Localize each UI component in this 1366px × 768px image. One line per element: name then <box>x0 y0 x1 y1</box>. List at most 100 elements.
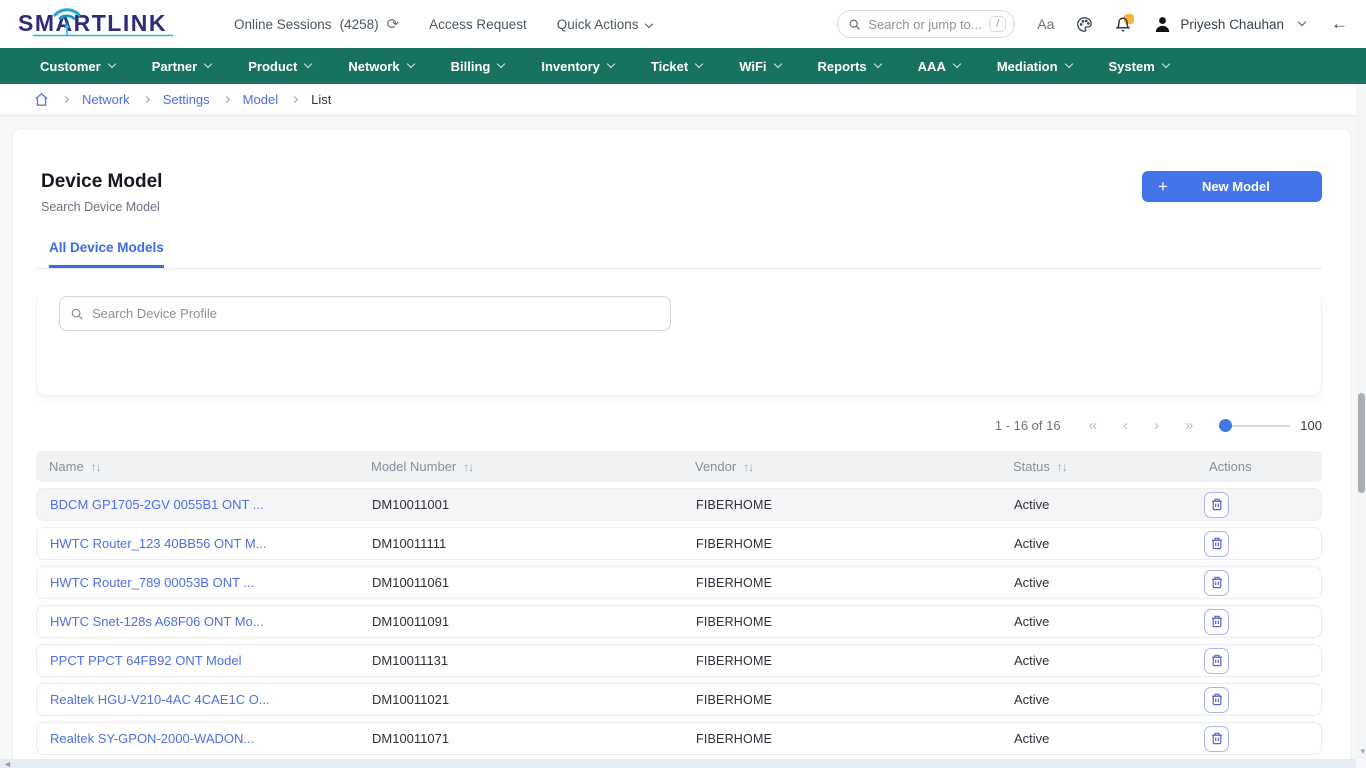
table-row[interactable]: Realtek HGU-V210-4AC 4CAE1C O... DM10011… <box>36 683 1322 716</box>
model-name-link[interactable]: HWTC Router_789 00053B ONT ... <box>50 575 372 590</box>
page-size-value: 100 <box>1300 418 1322 433</box>
chevron-down-icon <box>773 60 781 68</box>
model-name-link[interactable]: HWTC Router_123 40BB56 ONT M... <box>50 536 372 551</box>
vertical-scrollbar-thumb[interactable] <box>1358 393 1365 493</box>
slider-handle[interactable] <box>1219 419 1232 432</box>
table-row[interactable]: BDCM GP1705-2GV 0055B1 ONT ... DM1001100… <box>36 488 1322 521</box>
model-number-cell: DM10011091 <box>372 614 696 629</box>
prev-page-icon[interactable]: ‹ <box>1123 418 1128 433</box>
model-name-link[interactable]: Realtek SY-GPON-2000-WADON... <box>50 731 372 746</box>
first-page-icon[interactable]: « <box>1089 418 1097 433</box>
model-number-cell: DM10011111 <box>372 536 696 551</box>
theme-palette-icon[interactable] <box>1076 16 1093 33</box>
plus-icon: + <box>1158 177 1168 197</box>
nav-item-system[interactable]: System <box>1109 59 1169 74</box>
font-size-toggle[interactable]: Aa <box>1037 16 1054 32</box>
column-header-status: Status↑↓ <box>1013 459 1209 474</box>
search-icon <box>848 18 861 31</box>
refresh-icon[interactable]: ⟳ <box>387 15 400 33</box>
device-model-table: Name↑↓ Model Number↑↓ Vendor↑↓ Status↑↓ … <box>36 451 1322 768</box>
nav-item-wifi[interactable]: WiFi <box>739 59 780 74</box>
table-row[interactable]: PPCT PPCT 64FB92 ONT Model DM10011131 FI… <box>36 644 1322 677</box>
user-menu[interactable]: Priyesh Chauhan <box>1153 15 1305 34</box>
slash-shortcut-badge: / <box>989 16 1006 32</box>
vendor-cell: FIBERHOME <box>696 498 1014 512</box>
home-icon[interactable] <box>34 92 49 107</box>
search-card <box>36 296 1322 396</box>
nav-item-reports[interactable]: Reports <box>818 59 881 74</box>
quick-actions-menu[interactable]: Quick Actions <box>557 17 652 32</box>
trash-icon <box>1211 693 1223 706</box>
tab-all-device-models[interactable]: All Device Models <box>49 240 164 268</box>
breadcrumb: Network Settings Model List <box>0 84 1366 116</box>
breadcrumb-current: List <box>311 92 331 107</box>
global-search-input[interactable]: Search or jump to... / <box>837 10 1015 38</box>
nav-item-customer[interactable]: Customer <box>40 59 115 74</box>
page-size-slider[interactable]: 100 <box>1219 418 1322 433</box>
breadcrumb-separator-icon <box>291 96 298 103</box>
sort-icon[interactable]: ↑↓ <box>91 460 101 474</box>
nav-item-partner[interactable]: Partner <box>152 59 212 74</box>
delete-button[interactable] <box>1204 570 1229 596</box>
sort-icon[interactable]: ↑↓ <box>743 460 753 474</box>
table-row[interactable]: HWTC Snet-128s A68F06 ONT Mo... DM100110… <box>36 605 1322 638</box>
model-number-cell: DM10011071 <box>372 731 696 746</box>
column-header-vendor: Vendor↑↓ <box>695 459 1013 474</box>
model-name-link[interactable]: PPCT PPCT 64FB92 ONT Model <box>50 653 372 668</box>
delete-button[interactable] <box>1204 531 1229 557</box>
slider-track[interactable] <box>1232 425 1290 427</box>
device-search-input[interactable] <box>92 306 660 321</box>
smartlink-logo-icon: SMARTLINK <box>10 2 182 42</box>
nav-item-mediation[interactable]: Mediation <box>997 59 1072 74</box>
column-header-model-number: Model Number↑↓ <box>371 459 695 474</box>
table-header-row: Name↑↓ Model Number↑↓ Vendor↑↓ Status↑↓ … <box>36 451 1322 482</box>
nav-item-product[interactable]: Product <box>248 59 311 74</box>
scroll-left-icon[interactable]: ◄ <box>3 759 12 768</box>
device-search-field[interactable] <box>59 296 671 331</box>
vendor-cell: FIBERHOME <box>696 732 1014 746</box>
delete-button[interactable] <box>1204 609 1229 635</box>
online-sessions-count: (4258) <box>340 17 379 32</box>
breadcrumb-separator-icon <box>143 96 150 103</box>
notifications-bell-icon[interactable] <box>1115 16 1131 33</box>
nav-item-aaa[interactable]: AAA <box>918 59 960 74</box>
collapse-arrow-icon[interactable]: ← <box>1331 14 1348 34</box>
vendor-cell: FIBERHOME <box>696 576 1014 590</box>
breadcrumb-network[interactable]: Network <box>82 92 130 107</box>
nav-item-ticket[interactable]: Ticket <box>651 59 702 74</box>
last-page-icon[interactable]: » <box>1185 418 1193 433</box>
nav-item-inventory[interactable]: Inventory <box>541 59 614 74</box>
global-search-placeholder: Search or jump to... <box>868 17 982 32</box>
model-number-cell: DM10011131 <box>372 653 696 668</box>
sort-icon[interactable]: ↑↓ <box>463 460 473 474</box>
column-header-actions: Actions <box>1209 459 1322 474</box>
horizontal-scrollbar[interactable]: ◄ <box>0 759 1356 768</box>
table-row[interactable]: HWTC Router_789 00053B ONT ... DM1001106… <box>36 566 1322 599</box>
delete-button[interactable] <box>1204 492 1229 518</box>
smartlink-logo[interactable]: SMARTLINK <box>10 2 182 47</box>
vendor-cell: FIBERHOME <box>696 537 1014 551</box>
sort-icon[interactable]: ↑↓ <box>1057 460 1067 474</box>
nav-item-billing[interactable]: Billing <box>451 59 505 74</box>
model-name-link[interactable]: BDCM GP1705-2GV 0055B1 ONT ... <box>50 497 372 512</box>
table-row[interactable]: Realtek SY-GPON-2000-WADON... DM10011071… <box>36 722 1322 755</box>
vertical-scrollbar[interactable]: ▾ <box>1356 84 1366 759</box>
trash-icon <box>1211 498 1223 511</box>
access-request-link[interactable]: Access Request <box>429 17 527 32</box>
main-navigation: Customer Partner Product Network Billing… <box>0 48 1366 84</box>
next-page-icon[interactable]: › <box>1154 418 1159 433</box>
breadcrumb-model[interactable]: Model <box>243 92 278 107</box>
delete-button[interactable] <box>1204 726 1229 752</box>
chevron-down-icon <box>607 60 615 68</box>
breadcrumb-separator-icon <box>223 96 230 103</box>
scroll-down-icon[interactable]: ▾ <box>1360 746 1365 757</box>
breadcrumb-settings[interactable]: Settings <box>163 92 210 107</box>
nav-item-network[interactable]: Network <box>348 59 413 74</box>
new-model-button[interactable]: + New Model <box>1142 171 1322 202</box>
delete-button[interactable] <box>1204 648 1229 674</box>
delete-button[interactable] <box>1204 687 1229 713</box>
vendor-cell: FIBERHOME <box>696 693 1014 707</box>
model-name-link[interactable]: HWTC Snet-128s A68F06 ONT Mo... <box>50 614 372 629</box>
model-name-link[interactable]: Realtek HGU-V210-4AC 4CAE1C O... <box>50 692 372 707</box>
table-row[interactable]: HWTC Router_123 40BB56 ONT M... DM100111… <box>36 527 1322 560</box>
